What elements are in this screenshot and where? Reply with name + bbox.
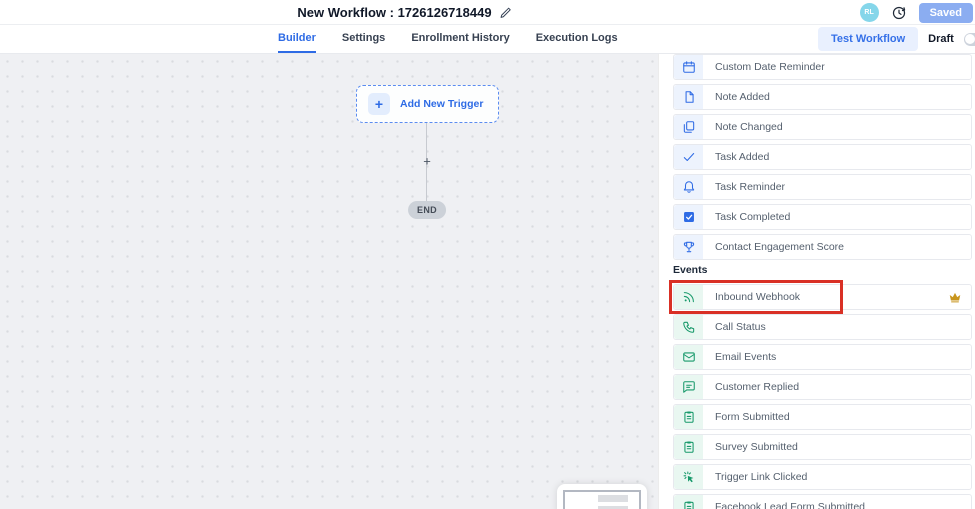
trigger-item-task-reminder[interactable]: Task Reminder [673,174,972,200]
tab-enrollment-history[interactable]: Enrollment History [411,25,509,53]
placeholder-bar [598,495,628,502]
trigger-item-trigger-link-clicked[interactable]: Trigger Link Clicked [673,464,972,490]
trigger-item-survey-submitted[interactable]: Survey Submitted [673,434,972,460]
trigger-item-label: Task Completed [703,211,790,223]
preview-frame [563,490,641,509]
draft-label: Draft [928,33,954,45]
clipboard-icon [674,435,703,459]
check-square-icon [674,205,703,229]
note-icon [674,85,703,109]
webhook-icon [674,285,703,309]
app-header: New Workflow : 1726126718449 RL Saved [0,0,975,25]
tab-settings[interactable]: Settings [342,25,385,53]
tab-builder[interactable]: Builder [278,25,316,53]
trigger-item-label: Trigger Link Clicked [703,471,807,483]
trigger-item-label: Survey Submitted [703,441,798,453]
publish-toggle[interactable] [964,33,975,46]
trigger-item-facebook-lead-form-submitted[interactable]: Facebook Lead Form Submitted [673,494,972,509]
add-new-trigger-button[interactable]: + Add New Trigger [356,85,499,123]
mail-icon [674,345,703,369]
clipboard-icon [674,405,703,429]
trigger-item-label: Form Submitted [703,411,790,423]
edit-pencil-icon[interactable] [500,6,513,19]
trigger-item-note-changed[interactable]: Note Changed [673,114,972,140]
workflow-title: New Workflow : 1726126718449 [297,5,491,20]
events-section-header: Events [673,264,972,278]
add-trigger-label: Add New Trigger [400,98,483,110]
trigger-item-email-events[interactable]: Email Events [673,344,972,370]
crown-premium-icon [948,290,962,304]
trigger-item-form-submitted[interactable]: Form Submitted [673,404,972,430]
calendar-icon [674,55,703,79]
history-clock-icon[interactable] [891,5,907,21]
trophy-icon [674,235,703,259]
test-workflow-button[interactable]: Test Workflow [818,27,918,51]
phone-icon [674,315,703,339]
add-step-plus-icon[interactable]: + [423,155,431,168]
trigger-item-label: Task Reminder [703,181,785,193]
avatar[interactable]: RL [860,3,879,22]
tab-bar: Builder Settings Enrollment History Exec… [0,25,975,54]
trigger-item-task-completed[interactable]: Task Completed [673,204,972,230]
clipboard-icon [674,495,703,509]
saved-button[interactable]: Saved [919,3,973,23]
cursor-click-icon [674,465,703,489]
trigger-item-label: Note Changed [703,121,783,133]
workflow-canvas[interactable]: + Add New Trigger + END [0,54,658,509]
trigger-item-contact-engagement-score[interactable]: Contact Engagement Score [673,234,972,260]
trigger-item-label: Email Events [703,351,776,363]
trigger-item-note-added[interactable]: Note Added [673,84,972,110]
trigger-item-custom-date-reminder[interactable]: Custom Date Reminder [673,54,972,80]
plus-icon: + [368,93,390,115]
check-icon [674,145,703,169]
trigger-item-task-added[interactable]: Task Added [673,144,972,170]
chat-icon [674,375,703,399]
bell-icon [674,175,703,199]
trigger-item-call-status[interactable]: Call Status [673,314,972,340]
trigger-item-inbound-webhook[interactable]: Inbound Webhook [673,284,972,310]
trigger-item-label: Inbound Webhook [703,291,800,303]
trigger-item-label: Custom Date Reminder [703,61,825,73]
trigger-item-customer-replied[interactable]: Customer Replied [673,374,972,400]
trigger-item-label: Contact Engagement Score [703,241,844,253]
preview-popup[interactable] [557,484,647,509]
trigger-item-label: Task Added [703,151,769,163]
tab-execution-logs[interactable]: Execution Logs [536,25,618,53]
end-node: END [408,201,446,219]
trigger-item-label: Customer Replied [703,381,799,393]
toggle-knob [965,34,975,44]
trigger-item-label: Call Status [703,321,766,333]
note-changed-icon [674,115,703,139]
triggers-sidebar[interactable]: Custom Date Reminder Note Added Note Cha… [658,54,975,509]
trigger-item-label: Facebook Lead Form Submitted [703,501,865,509]
trigger-item-label: Note Added [703,91,770,103]
